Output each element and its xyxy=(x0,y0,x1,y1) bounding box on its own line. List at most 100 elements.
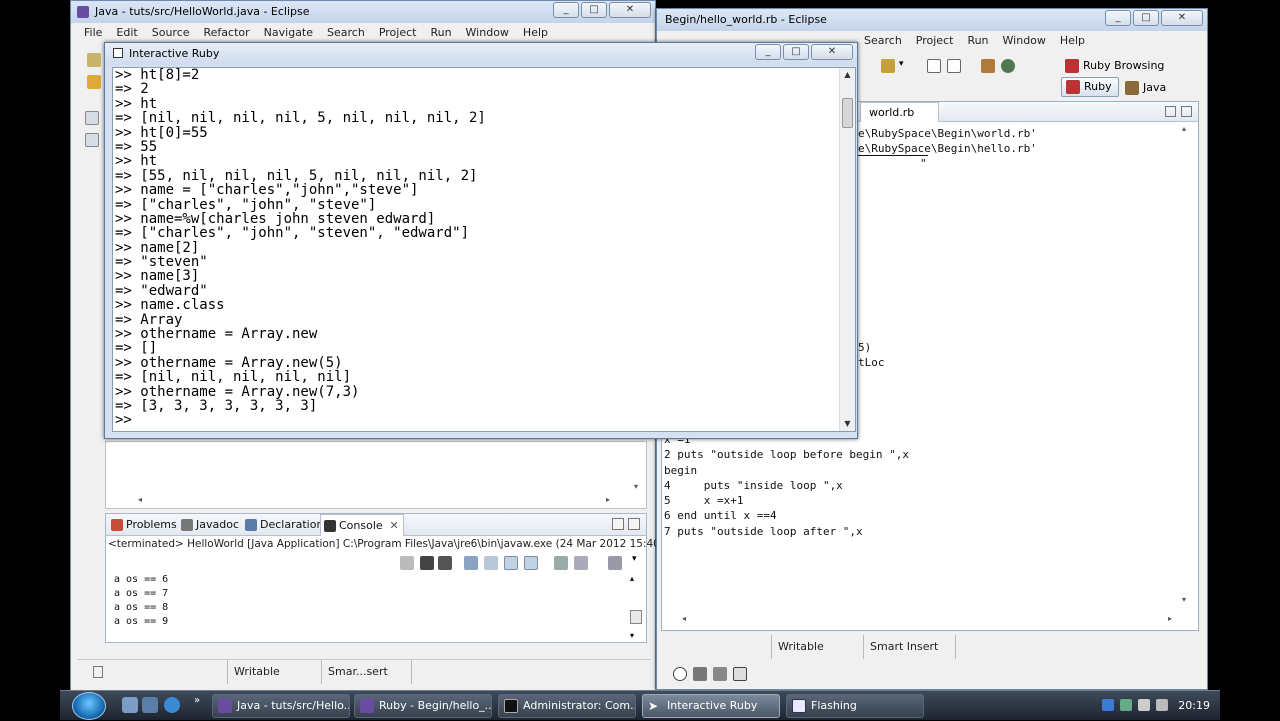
menu-window[interactable]: Window xyxy=(459,23,516,43)
show-on-error-icon[interactable] xyxy=(524,556,538,570)
menu-help[interactable]: Help xyxy=(1053,31,1092,51)
menu-search[interactable]: Search xyxy=(320,23,372,43)
view-menu-icon[interactable]: ▾ xyxy=(632,554,637,564)
irb-scrollbar[interactable]: ▲ ▼ xyxy=(839,68,855,431)
fast-view-icon[interactable] xyxy=(93,666,103,678)
scroll-up-arrow[interactable]: ▲ xyxy=(840,68,855,82)
menu-run[interactable]: Run xyxy=(960,31,995,51)
maximize-view-icon[interactable] xyxy=(628,518,640,530)
scroll-thumb[interactable] xyxy=(842,98,853,128)
tab-javadoc[interactable]: Javadoc xyxy=(178,514,239,536)
close-button[interactable]: ✕ xyxy=(1161,10,1203,26)
minimize-button[interactable]: _ xyxy=(755,44,781,60)
taskbar-ruby-eclipse[interactable]: Ruby - Begin/hello_... xyxy=(354,694,492,718)
outline-icon[interactable] xyxy=(927,59,941,73)
quicklaunch-more-icon[interactable]: » xyxy=(194,695,200,706)
editor-vscroll[interactable]: ▴ ▾ xyxy=(1182,124,1194,604)
menu-file[interactable]: File xyxy=(77,23,109,43)
show-desktop-icon[interactable] xyxy=(122,697,138,713)
editor-hscroll-right[interactable]: ▸ xyxy=(606,495,610,504)
perspective-ruby-browsing[interactable]: Ruby Browsing xyxy=(1065,57,1164,75)
remove-all-icon[interactable] xyxy=(438,556,452,570)
open-icon[interactable] xyxy=(87,75,101,89)
open-console-icon[interactable] xyxy=(608,556,622,570)
irb-titlebar[interactable]: Interactive Ruby _ □ ✕ xyxy=(105,43,857,65)
maximize-button[interactable]: □ xyxy=(783,44,809,60)
scroll-lock-icon[interactable] xyxy=(484,556,498,570)
close-button[interactable]: ✕ xyxy=(609,2,651,18)
clear-console-icon[interactable] xyxy=(464,556,478,570)
monitor-icon[interactable] xyxy=(733,667,747,681)
perspective-java[interactable]: Java xyxy=(1125,79,1166,97)
switch-windows-icon[interactable] xyxy=(142,697,158,713)
menu-window[interactable]: Window xyxy=(996,31,1053,51)
terminate-icon[interactable] xyxy=(400,556,414,570)
start-button[interactable] xyxy=(72,692,106,720)
paragraph-icon[interactable] xyxy=(947,59,961,73)
tray-icon[interactable] xyxy=(1120,699,1132,711)
taskbar-flashing[interactable]: Flashing xyxy=(786,694,924,718)
menu-navigate[interactable]: Navigate xyxy=(257,23,320,43)
taskbar-interactive-ruby[interactable]: ➤ Interactive Ruby xyxy=(642,694,780,718)
menu-refactor[interactable]: Refactor xyxy=(197,23,257,43)
search-icon[interactable] xyxy=(713,667,727,681)
new-icon[interactable] xyxy=(87,53,101,67)
interactive-ruby-window: Interactive Ruby _ □ ✕ >> ht[8]=2 => 2 >> … xyxy=(104,42,858,439)
menu-project[interactable]: Project xyxy=(909,31,961,51)
clock[interactable]: 20:19 xyxy=(1178,691,1210,721)
close-tab-icon[interactable]: ✕ xyxy=(389,515,398,537)
taskbar-java-eclipse[interactable]: Java - tuts/src/Hello... xyxy=(212,694,350,718)
tools-icon[interactable] xyxy=(693,667,707,681)
view-icon[interactable] xyxy=(85,133,99,147)
editor-minimize-icon[interactable] xyxy=(1165,106,1176,117)
internet-explorer-icon[interactable] xyxy=(164,697,180,713)
remove-launch-icon[interactable] xyxy=(420,556,434,570)
editor-tab-world-rb[interactable]: world.rb xyxy=(860,102,940,122)
irb-line: >> name[2] xyxy=(115,239,200,256)
menu-source[interactable]: Source xyxy=(145,23,197,43)
maximize-button[interactable]: □ xyxy=(581,2,607,18)
display-console-icon[interactable] xyxy=(574,556,588,570)
irb-line: >> othername = Array.new xyxy=(115,326,318,343)
minimize-view-icon[interactable] xyxy=(612,518,624,530)
java-window-titlebar[interactable]: Java - tuts/src/HelloWorld.java - Eclips… xyxy=(71,1,655,23)
console-scrollbar[interactable]: ▴ ▾ xyxy=(630,574,644,640)
tab-declaration[interactable]: Declaration xyxy=(242,514,323,536)
volume-icon[interactable] xyxy=(1138,699,1150,711)
pin-console-icon[interactable] xyxy=(554,556,568,570)
tab-problems[interactable]: Problems xyxy=(108,514,177,536)
menu-help[interactable]: Help xyxy=(516,23,555,43)
help-icon[interactable] xyxy=(673,667,687,681)
restore-icon[interactable] xyxy=(85,111,99,125)
menu-search[interactable]: Search xyxy=(857,31,909,51)
minimize-button[interactable]: _ xyxy=(1105,10,1131,26)
maximize-button[interactable]: □ xyxy=(1133,10,1159,26)
irb-line: => 2 xyxy=(115,81,149,98)
gem-icon[interactable] xyxy=(981,59,995,73)
run-menu-icon[interactable]: ▾ xyxy=(899,59,904,69)
network-icon[interactable] xyxy=(1156,699,1168,711)
editor-hscroll[interactable]: ◂ ▸ xyxy=(682,614,1172,626)
taskbar-command-prompt[interactable]: Administrator: Com... xyxy=(498,694,636,718)
editor-maximize-icon[interactable] xyxy=(1181,106,1192,117)
tab-console[interactable]: Console ✕ xyxy=(320,514,404,536)
irb-console[interactable]: >> ht[8]=2 => 2 >> ht => [nil, nil, nil, ni… xyxy=(112,67,856,432)
refresh-icon[interactable] xyxy=(1001,59,1015,73)
ruby-window-titlebar[interactable]: Begin/hello_world.rb - Eclipse _ □ ✕ xyxy=(657,9,1207,31)
menu-edit[interactable]: Edit xyxy=(109,23,144,43)
ruby-menubar: Search Project Run Window Help xyxy=(857,31,1201,51)
close-button[interactable]: ✕ xyxy=(811,44,853,60)
scroll-down-arrow[interactable]: ▼ xyxy=(840,417,855,431)
menu-project[interactable]: Project xyxy=(372,23,424,43)
show-on-output-icon[interactable] xyxy=(504,556,518,570)
minimize-button[interactable]: _ xyxy=(553,2,579,18)
perspective-ruby[interactable]: Ruby xyxy=(1061,77,1119,97)
java-statusbar: Writable Smar...sert xyxy=(77,659,651,685)
tray-icon[interactable] xyxy=(1102,699,1114,711)
run-icon[interactable] xyxy=(881,59,895,73)
editor-hscroll-left[interactable]: ◂ xyxy=(138,495,142,504)
perspective-switcher: Ruby Browsing Ruby Java xyxy=(1061,55,1201,99)
menu-run[interactable]: Run xyxy=(423,23,458,43)
editor-vscroll-down[interactable]: ▾ xyxy=(634,482,638,491)
editor-code[interactable]: x =1 2 puts "outside loop before begin ",… xyxy=(664,432,909,539)
